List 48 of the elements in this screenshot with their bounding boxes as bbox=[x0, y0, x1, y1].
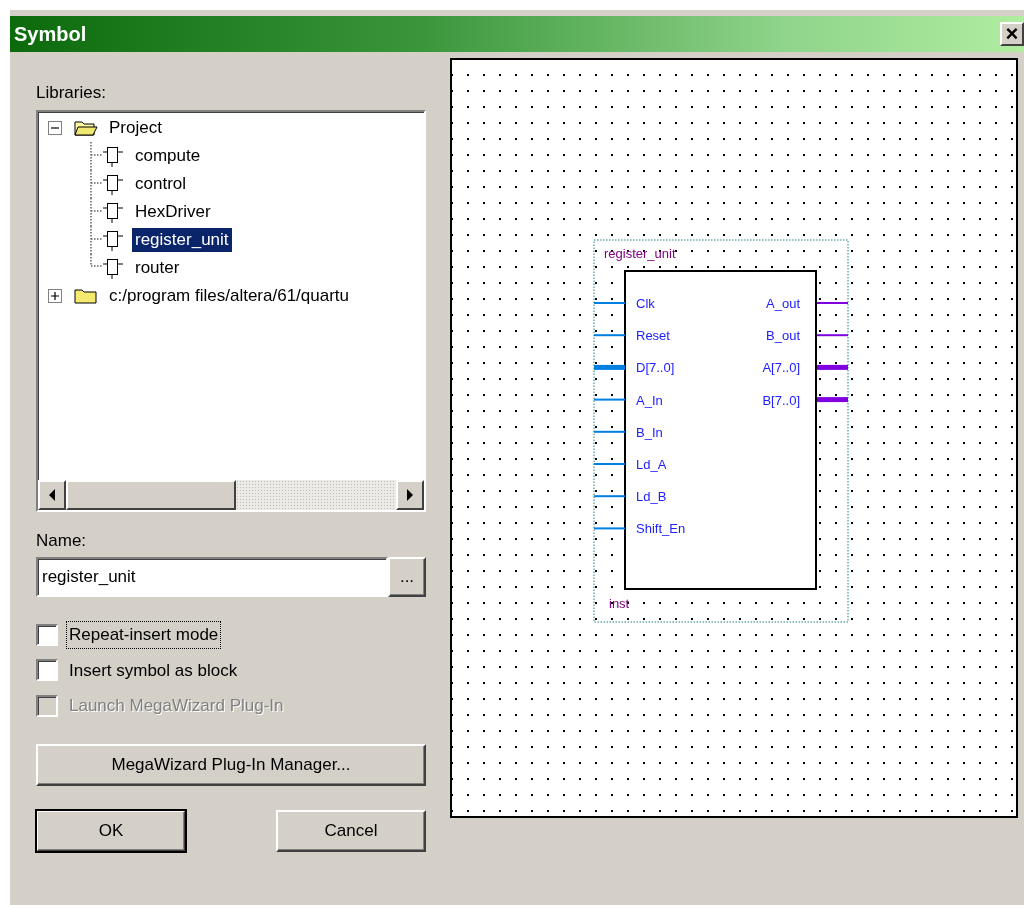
browse-button[interactable]: ... bbox=[388, 557, 426, 597]
checkbox-label: Insert symbol as block bbox=[68, 659, 239, 682]
pin-label: Ld_B bbox=[636, 489, 667, 505]
pin-label: B_In bbox=[636, 424, 663, 440]
pin-label: B_out bbox=[766, 328, 800, 344]
tree-line-icon bbox=[90, 169, 102, 198]
tree-item[interactable]: c:/program files/altera/61/quartu bbox=[106, 283, 352, 308]
pin-label: Ld_A bbox=[636, 457, 667, 472]
checkbox[interactable] bbox=[36, 623, 58, 646]
tree-item[interactable]: register_unit bbox=[132, 227, 232, 252]
tree-item[interactable]: Project bbox=[106, 115, 165, 140]
pin-label: A_out bbox=[766, 296, 800, 311]
tree-item[interactable]: HexDriver bbox=[132, 199, 214, 224]
right-arrow-icon bbox=[406, 488, 414, 501]
pin-label: Reset bbox=[636, 328, 670, 344]
tree-line-icon bbox=[90, 141, 102, 170]
folder-icon bbox=[74, 286, 98, 305]
tree-line-icon bbox=[90, 197, 102, 226]
symbol-name: register_unit bbox=[604, 246, 676, 261]
instance-name: inst bbox=[609, 596, 630, 611]
libraries-label: Libraries: bbox=[36, 82, 107, 104]
checkbox-label: Launch MegaWizard Plug-In bbox=[68, 695, 285, 717]
name-label: Name: bbox=[36, 529, 88, 552]
window-title: Symbol bbox=[14, 22, 87, 47]
scroll-left-button[interactable] bbox=[38, 479, 66, 510]
collapse-icon[interactable] bbox=[48, 120, 62, 135]
close-button[interactable]: × bbox=[1000, 22, 1024, 46]
tree-item[interactable]: router bbox=[132, 255, 183, 280]
pin-label: A_In bbox=[636, 392, 663, 408]
pin-label: Clk bbox=[636, 296, 655, 311]
ok-button[interactable]: OK bbox=[36, 809, 186, 852]
name-input-field[interactable]: register_unit bbox=[36, 557, 388, 597]
pin-label: A[7..0] bbox=[762, 360, 800, 376]
megawizard-manager-button[interactable]: MegaWizard Plug-In Manager... bbox=[36, 743, 426, 786]
pin-label: Shift_En bbox=[636, 521, 686, 537]
scroll-thumb[interactable] bbox=[66, 479, 236, 510]
cancel-button[interactable]: Cancel bbox=[276, 809, 426, 852]
pin-label: D[7..0] bbox=[636, 360, 675, 376]
tree-item[interactable]: compute bbox=[132, 143, 204, 168]
open-folder-icon bbox=[74, 118, 98, 137]
expand-icon[interactable] bbox=[48, 288, 62, 303]
scroll-right-button[interactable] bbox=[396, 479, 424, 510]
left-arrow-icon bbox=[48, 488, 56, 501]
checkbox[interactable] bbox=[36, 659, 58, 682]
pin-label: B[7..0] bbox=[762, 392, 800, 408]
tree-item[interactable]: control bbox=[132, 171, 190, 196]
horizontal-scrollbar[interactable] bbox=[38, 479, 424, 510]
checkbox-label: Repeat-insert mode bbox=[66, 621, 222, 649]
